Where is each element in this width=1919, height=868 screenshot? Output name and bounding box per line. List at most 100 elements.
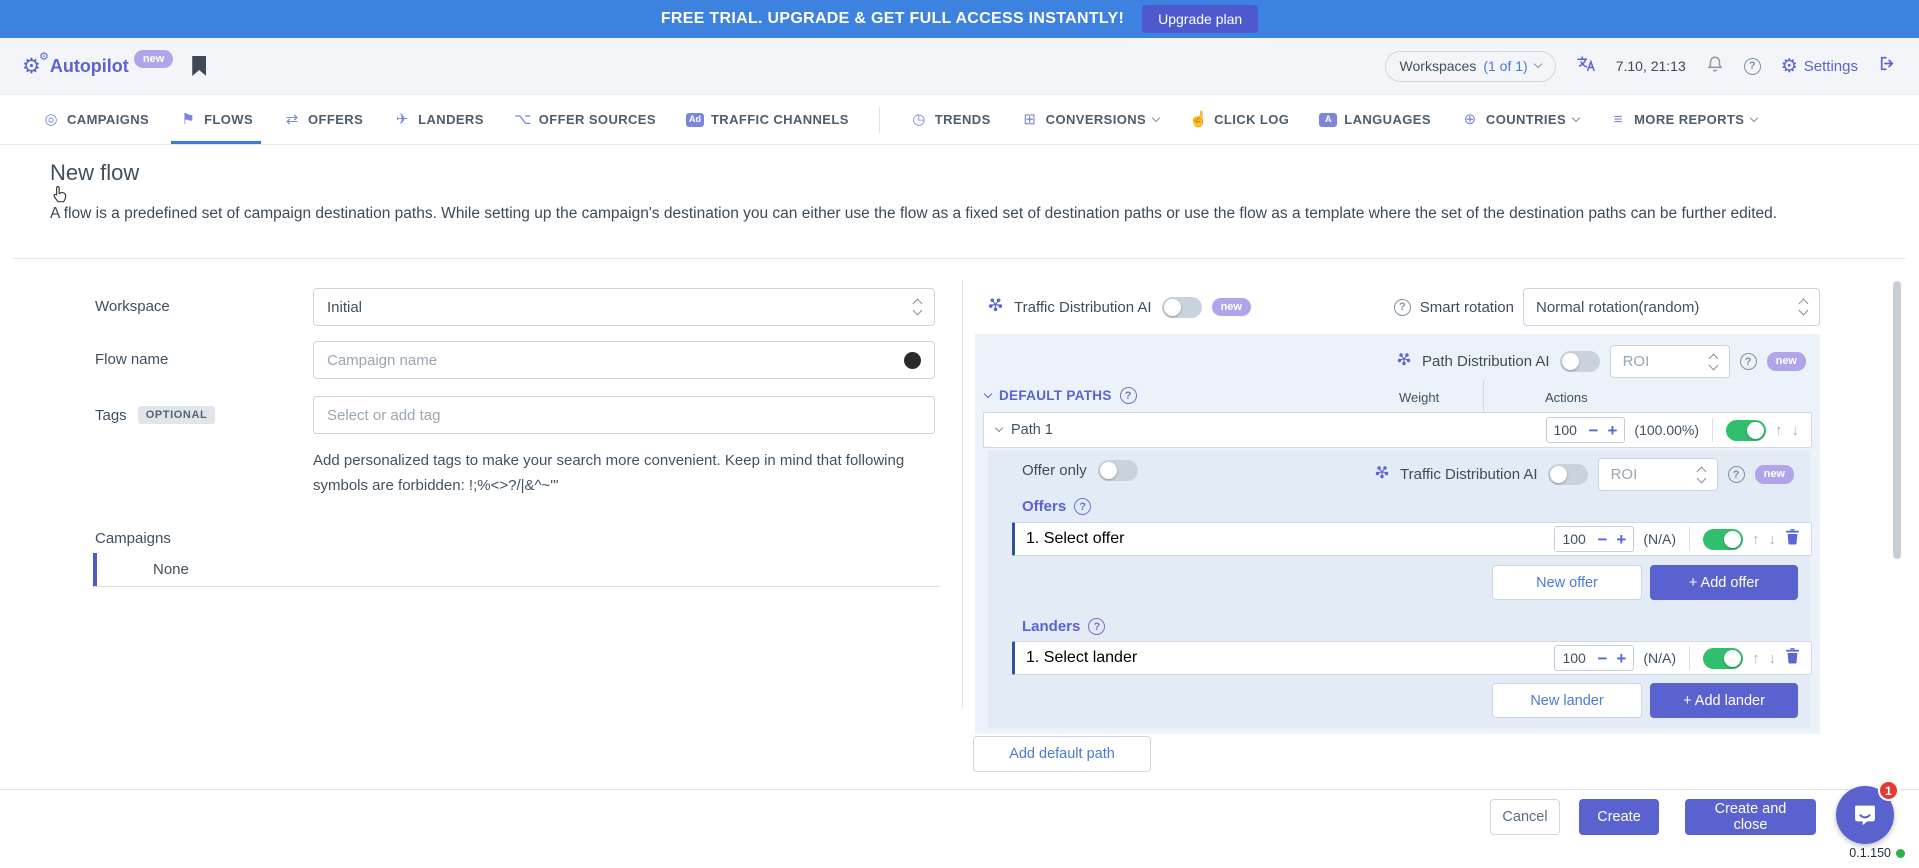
smart-rotation-select[interactable]: Normal rotation(random) — [1523, 288, 1820, 326]
campaigns-accent-bar — [93, 553, 97, 586]
divider — [13, 258, 1906, 259]
offer-sources-icon: ⌥ — [514, 112, 532, 127]
offer-only-label: Offer only — [1022, 462, 1087, 479]
roi-value: ROI — [1623, 353, 1702, 370]
nav-item-landers[interactable]: ✈LANDERS — [393, 95, 484, 144]
lander-name: 1. Select lander — [1026, 649, 1137, 667]
lander-buttons: New lander + Add lander — [1492, 683, 1798, 718]
path-enabled-toggle[interactable] — [1726, 420, 1766, 441]
roi-value: ROI — [1611, 466, 1690, 483]
create-button[interactable]: Create — [1579, 799, 1659, 835]
offer-row[interactable]: 1. Select offer 100 − + (N/A) ↑ ↓ — [1012, 522, 1812, 556]
help-icon[interactable]: ? — [1744, 58, 1761, 75]
nav-item-label: CONVERSIONS — [1046, 112, 1146, 127]
plus-button[interactable]: + — [1607, 422, 1617, 439]
workspaces-selector[interactable]: Workspaces (1 of 1) — [1385, 51, 1556, 82]
move-up-icon[interactable]: ↑ — [1752, 651, 1760, 666]
move-up-icon[interactable]: ↑ — [1752, 532, 1760, 547]
help-icon[interactable]: ? — [1120, 387, 1137, 404]
plus-button[interactable]: + — [1616, 650, 1626, 667]
nav-item-flows[interactable]: ⚑FLOWS — [179, 95, 253, 144]
move-down-icon[interactable]: ↓ — [1769, 532, 1777, 547]
roi-select[interactable]: ROI — [1598, 458, 1718, 491]
help-icon[interactable]: ? — [1740, 353, 1757, 370]
trash-icon[interactable] — [1785, 528, 1800, 550]
landers-plane-icon: ✈ — [393, 112, 411, 127]
chevron-down-icon[interactable] — [995, 424, 1003, 432]
traffic-distribution-toggle[interactable] — [1162, 297, 1202, 318]
nav-item-more-reports[interactable]: ≡MORE REPORTS — [1609, 95, 1757, 144]
lander-row[interactable]: 1. Select lander 100 − + (N/A) ↑ ↓ — [1012, 641, 1812, 675]
path-distribution-toggle[interactable] — [1560, 351, 1600, 372]
plus-button[interactable]: + — [1616, 531, 1626, 548]
translate-icon[interactable] — [1576, 55, 1596, 77]
nav-item-conversions[interactable]: ⊞ CONVERSIONS — [1021, 95, 1159, 144]
nav-item-offers[interactable]: ⇄OFFERS — [283, 95, 363, 144]
trash-icon[interactable] — [1785, 647, 1800, 669]
notifications-bell-icon[interactable] — [1706, 55, 1724, 78]
nav-item-label: CLICK LOG — [1214, 112, 1289, 127]
nav-item-label: CAMPAIGNS — [67, 112, 149, 127]
help-icon[interactable]: ? — [1088, 618, 1105, 635]
move-up-icon[interactable]: ↑ — [1775, 423, 1783, 438]
scrollbar[interactable] — [1893, 281, 1901, 559]
move-down-icon[interactable]: ↓ — [1769, 651, 1777, 666]
bookmark-icon[interactable] — [192, 56, 206, 76]
nav-item-label: LANGUAGES — [1344, 112, 1431, 127]
traffic-distribution-toggle[interactable] — [1548, 464, 1588, 485]
offer-enabled-toggle[interactable] — [1703, 529, 1743, 550]
lander-percent: (N/A) — [1643, 650, 1676, 666]
offer-weight-value: 100 — [1562, 531, 1588, 547]
minus-button[interactable]: − — [1589, 422, 1599, 439]
new-lander-button[interactable]: New lander — [1492, 683, 1642, 718]
nav-item-countries[interactable]: ⊕COUNTRIES — [1461, 95, 1579, 144]
offer-buttons: New offer + Add offer — [1492, 565, 1798, 600]
create-and-close-button[interactable]: Create and close — [1685, 799, 1816, 835]
add-lander-button[interactable]: + Add lander — [1650, 683, 1798, 718]
add-offer-button[interactable]: + Add offer — [1650, 565, 1798, 600]
path-row[interactable]: Path 1 100 − + (100.00%) ↑ ↓ — [983, 412, 1812, 448]
brand[interactable]: ⚙⚙ Autopilot new — [22, 56, 206, 77]
flow-name-placeholder: Campaign name — [327, 352, 896, 369]
default-paths-header[interactable]: DEFAULT PATHS ? — [985, 387, 1137, 404]
nav-item-languages[interactable]: ALANGUAGES — [1319, 95, 1431, 144]
tags-input[interactable]: Select or add tag — [313, 396, 935, 434]
help-icon[interactable]: ? — [1074, 498, 1091, 515]
workspace-label: Workspace — [95, 298, 170, 315]
path-actions: 100 − + (100.00%) ↑ ↓ — [1546, 417, 1799, 443]
nav-item-trends[interactable]: ◷TRENDS — [910, 95, 991, 144]
cancel-button[interactable]: Cancel — [1490, 799, 1560, 835]
upgrade-plan-button[interactable]: Upgrade plan — [1142, 5, 1258, 33]
path-name: Path 1 — [1011, 422, 1053, 438]
conversions-table-icon: ⊞ — [1021, 112, 1039, 127]
nav-item-click-log[interactable]: ☝CLICK LOG — [1189, 95, 1289, 144]
settings-button[interactable]: ⚙ Settings — [1781, 57, 1858, 76]
minus-button[interactable]: − — [1597, 531, 1607, 548]
minus-button[interactable]: − — [1597, 650, 1607, 667]
nav-item-campaigns[interactable]: ◎CAMPAIGNS — [42, 95, 149, 144]
help-icon[interactable]: ? — [1394, 299, 1411, 316]
offer-only-toggle[interactable] — [1098, 460, 1138, 481]
lander-weight-stepper[interactable]: 100 − + — [1554, 645, 1634, 671]
flow-name-input[interactable]: Campaign name — [313, 341, 935, 379]
traffic-distribution-label: Traffic Distribution AI — [1400, 466, 1538, 483]
ai-brain-icon — [1396, 351, 1412, 372]
roi-select[interactable]: ROI — [1610, 345, 1730, 378]
traffic-channels-ad-icon: Ad — [686, 113, 704, 127]
offer-weight-stepper[interactable]: 100 − + — [1554, 526, 1634, 552]
move-down-icon[interactable]: ↓ — [1792, 423, 1800, 438]
new-offer-button[interactable]: New offer — [1492, 565, 1642, 600]
workspace-select[interactable]: Initial — [313, 288, 935, 326]
nav-item-traffic-channels[interactable]: AdTRAFFIC CHANNELS — [686, 95, 849, 144]
path-distribution-label: Path Distribution AI — [1422, 353, 1550, 370]
main-nav: ◎CAMPAIGNS ⚑FLOWS ⇄OFFERS ✈LANDERS ⌥OFFER SO… — [0, 94, 1919, 145]
add-default-path-button[interactable]: Add default path — [973, 736, 1151, 772]
nav-divider — [879, 107, 880, 133]
logout-icon[interactable] — [1878, 55, 1897, 77]
help-icon[interactable]: ? — [1728, 466, 1745, 483]
divider — [1712, 418, 1713, 442]
nav-item-offer-sources[interactable]: ⌥OFFER SOURCES — [514, 95, 656, 144]
path-weight-stepper[interactable]: 100 − + — [1546, 417, 1626, 443]
lander-enabled-toggle[interactable] — [1703, 648, 1743, 669]
flow-color-dot[interactable] — [904, 352, 921, 369]
